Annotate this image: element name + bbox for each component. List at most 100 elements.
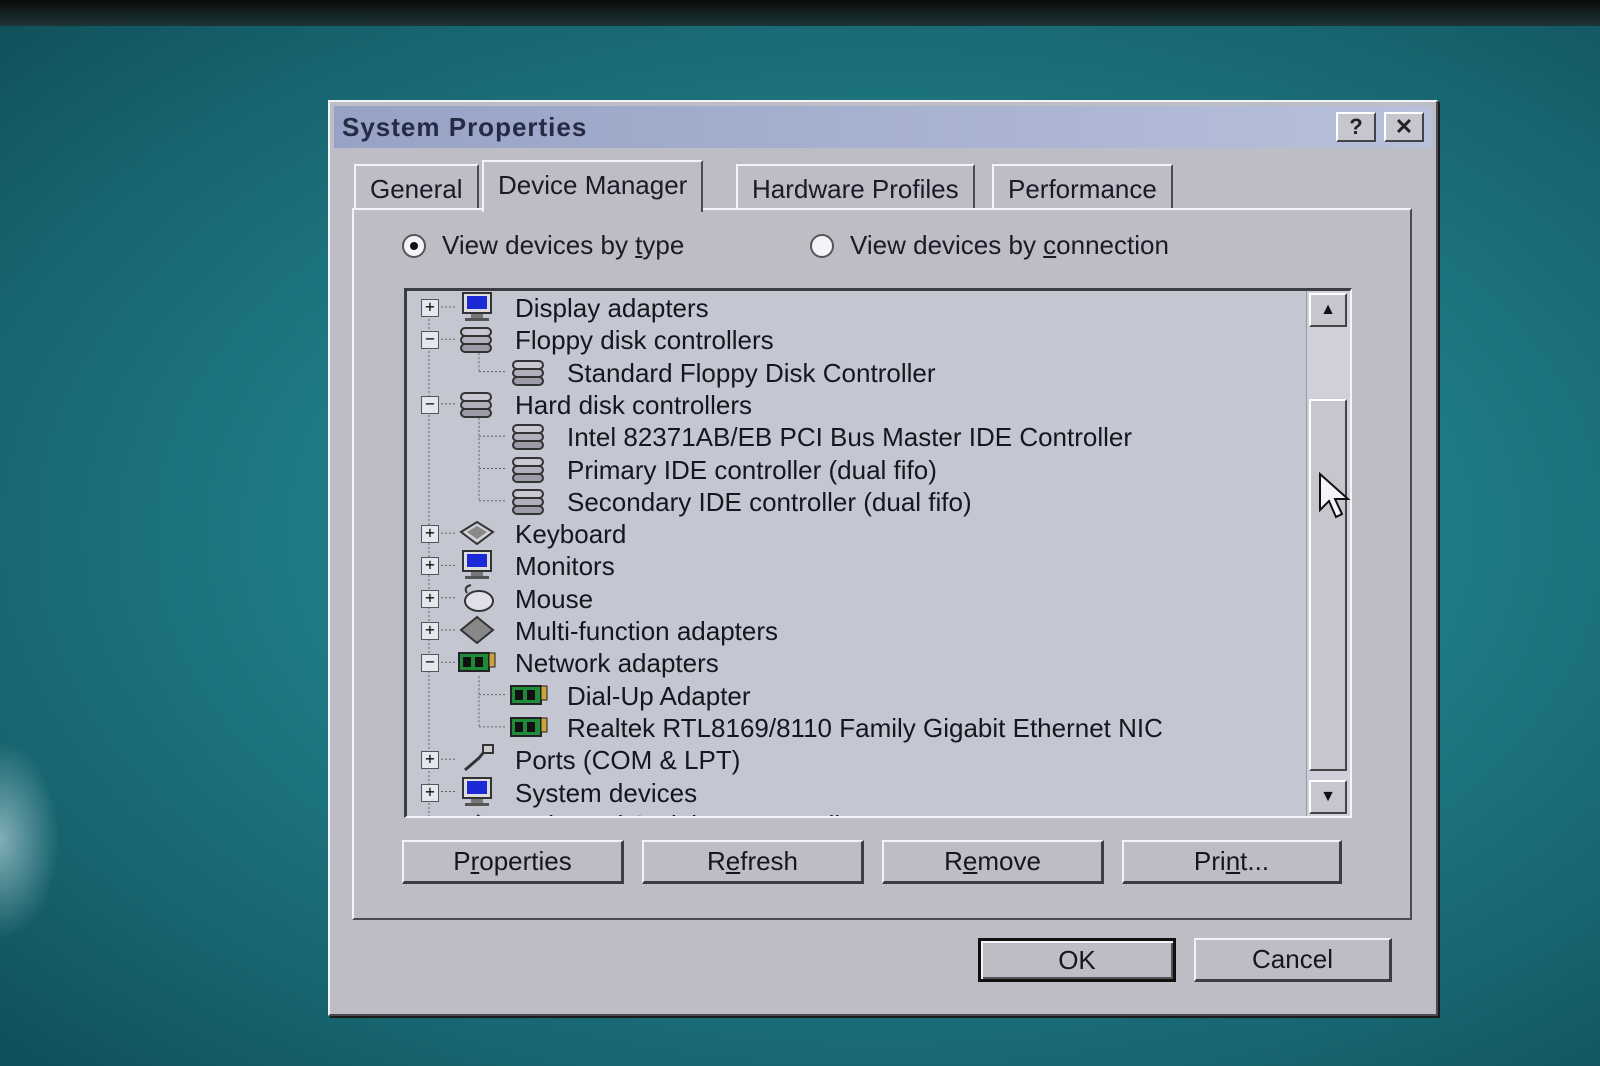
tree-item-label: Dial-Up Adapter <box>567 680 751 711</box>
ok-button[interactable]: OK <box>978 938 1176 982</box>
remove-button[interactable]: Remove <box>882 840 1104 884</box>
tree-item-label: Mouse <box>515 583 594 614</box>
keyboard-icon <box>457 518 497 548</box>
print-button-prefix: Pri <box>1193 846 1226 876</box>
monitor-icon <box>457 550 497 580</box>
device-tree[interactable]: + Display adapters − Floppy disk controller… <box>404 288 1352 818</box>
view-by-connection-radio[interactable]: View devices by connection <box>810 230 1169 261</box>
tree-item-network-adapters[interactable]: − Network adapters <box>407 646 1307 678</box>
port-icon <box>457 744 497 774</box>
expand-icon[interactable]: + <box>421 589 439 608</box>
view-by-type-label: View devices by type <box>442 230 684 261</box>
vertical-scrollbar[interactable]: ▲ ▼ <box>1306 291 1350 816</box>
tab-device-manager[interactable]: Device Manager <box>482 160 704 212</box>
screen-glare <box>0 740 60 940</box>
tree-item-keyboard[interactable]: + Keyboard <box>407 517 1307 549</box>
tree-item-display-adapters[interactable]: + Display adapters <box>407 291 1307 323</box>
properties-button[interactable]: Properties <box>402 840 624 884</box>
cancel-button[interactable]: Cancel <box>1194 938 1392 982</box>
refresh-button[interactable]: Refresh <box>642 840 864 884</box>
view-by-connection-prefix: View devices by <box>850 230 1044 260</box>
tree-item-multi-function-adapters[interactable]: + Multi-function adapters <box>407 614 1307 646</box>
tree-item-hard-disk-controllers[interactable]: − Hard disk controllers <box>407 388 1307 420</box>
title-bar[interactable]: System Properties ? ✕ <box>334 106 1432 148</box>
remove-button-suffix: move <box>977 846 1041 876</box>
monitor-icon <box>457 292 497 322</box>
tree-item-realtek-rtl8169-8110-family-gigabit-ethernet-nic[interactable]: Realtek RTL8169/8110 Family Gigabit Ethe… <box>407 711 1307 743</box>
disk-controller-icon <box>509 357 549 387</box>
radio-selected-icon <box>402 233 426 258</box>
tree-item-ports-com-lpt[interactable]: + Ports (COM & LPT) <box>407 743 1307 775</box>
tab-performance[interactable]: Performance <box>992 164 1173 208</box>
remove-button-prefix: R <box>944 846 963 876</box>
refresh-button-suffix: fresh <box>740 846 799 876</box>
view-by-connection-label: View devices by connection <box>850 230 1169 261</box>
tree-item-standard-floppy-disk-controller[interactable]: Standard Floppy Disk Controller <box>407 356 1307 388</box>
remove-button-accel: e <box>962 846 978 876</box>
tree-item-label: Secondary IDE controller (dual fifo) <box>567 486 972 517</box>
tree-item-monitors[interactable]: + Monitors <box>407 549 1307 581</box>
scroll-up-button[interactable]: ▲ <box>1309 293 1347 327</box>
collapse-icon[interactable]: − <box>421 654 439 673</box>
print-button-suffix: t... <box>1240 846 1270 876</box>
view-by-type-radio[interactable]: View devices by type <box>402 230 684 261</box>
radio-unselected-icon <box>810 233 834 258</box>
tree-item-label: System devices <box>515 777 698 808</box>
disk-controller-icon <box>509 454 549 484</box>
tree-item-label: Standard Floppy Disk Controller <box>567 357 936 388</box>
print-button-accel: n <box>1225 846 1241 876</box>
disk-controller-icon <box>509 421 549 451</box>
properties-button-prefix: P <box>453 846 471 876</box>
expand-icon[interactable]: + <box>421 622 439 640</box>
multifunction-icon <box>457 615 497 645</box>
disk-controller-icon <box>457 324 497 354</box>
close-button[interactable]: ✕ <box>1384 112 1424 142</box>
tab-general[interactable]: General <box>354 164 479 208</box>
tree-item-intel-82371ab-eb-pci-bus-master-ide-controller[interactable]: Intel 82371AB/EB PCI Bus Master IDE Cont… <box>407 420 1307 452</box>
properties-button-accel: r <box>470 846 480 876</box>
screen-top-bezel <box>0 0 1600 26</box>
tree-item-label: Universal Serial Bus controllers <box>515 810 876 816</box>
expand-icon[interactable]: + <box>421 525 439 544</box>
scrollbar-thumb[interactable] <box>1309 399 1347 771</box>
tree-item-label: Hard disk controllers <box>515 389 752 420</box>
monitor-icon <box>457 776 497 807</box>
expand-icon[interactable]: + <box>421 751 439 770</box>
network-card-icon <box>457 647 497 677</box>
tree-item-universal-serial-bus-controllers[interactable]: + Universal Serial Bus controllers <box>407 808 1307 816</box>
collapse-icon[interactable]: − <box>421 395 439 414</box>
tree-item-label: Multi-function adapters <box>515 616 779 646</box>
window-title: System Properties <box>342 112 588 142</box>
tree-item-mouse[interactable]: + Mouse <box>407 582 1307 614</box>
network-card-icon <box>509 712 549 742</box>
tree-item-label: Monitors <box>515 551 615 582</box>
view-by-type-prefix: View devices by <box>442 230 636 260</box>
collapse-icon[interactable]: − <box>421 331 439 350</box>
tree-item-secondary-ide-controller-dual-fifo[interactable]: Secondary IDE controller (dual fifo) <box>407 485 1307 517</box>
disk-controller-icon <box>509 486 549 516</box>
view-by-connection-accel: c <box>1043 230 1057 260</box>
view-by-connection-suffix: onnection <box>1056 230 1169 260</box>
network-card-icon <box>509 680 549 710</box>
expand-icon[interactable]: + <box>421 783 439 802</box>
tree-item-label: Floppy disk controllers <box>515 325 774 356</box>
refresh-button-prefix: R <box>706 846 726 876</box>
scroll-down-button[interactable]: ▼ <box>1309 780 1347 814</box>
tab-hardware-profiles[interactable]: Hardware Profiles <box>736 164 975 208</box>
mouse-icon <box>457 583 497 613</box>
expand-icon[interactable]: + <box>421 299 439 317</box>
expand-icon[interactable]: + <box>421 557 439 576</box>
tree-item-primary-ide-controller-dual-fifo[interactable]: Primary IDE controller (dual fifo) <box>407 453 1307 485</box>
tree-item-dial-up-adapter[interactable]: Dial-Up Adapter <box>407 679 1307 711</box>
refresh-button-accel: e <box>725 846 741 876</box>
tree-item-label: Keyboard <box>515 519 627 550</box>
properties-button-suffix: operties <box>479 846 572 876</box>
expand-icon[interactable]: + <box>421 815 439 816</box>
tree-item-floppy-disk-controllers[interactable]: − Floppy disk controllers <box>407 323 1307 355</box>
tree-item-system-devices[interactable]: + System devices <box>407 776 1307 808</box>
print-button[interactable]: Print... <box>1122 840 1342 884</box>
tree-item-label: Ports (COM & LPT) <box>515 745 741 776</box>
help-button[interactable]: ? <box>1336 112 1376 142</box>
tree-item-label: Display adapters <box>515 293 709 323</box>
usb-icon <box>457 809 497 816</box>
